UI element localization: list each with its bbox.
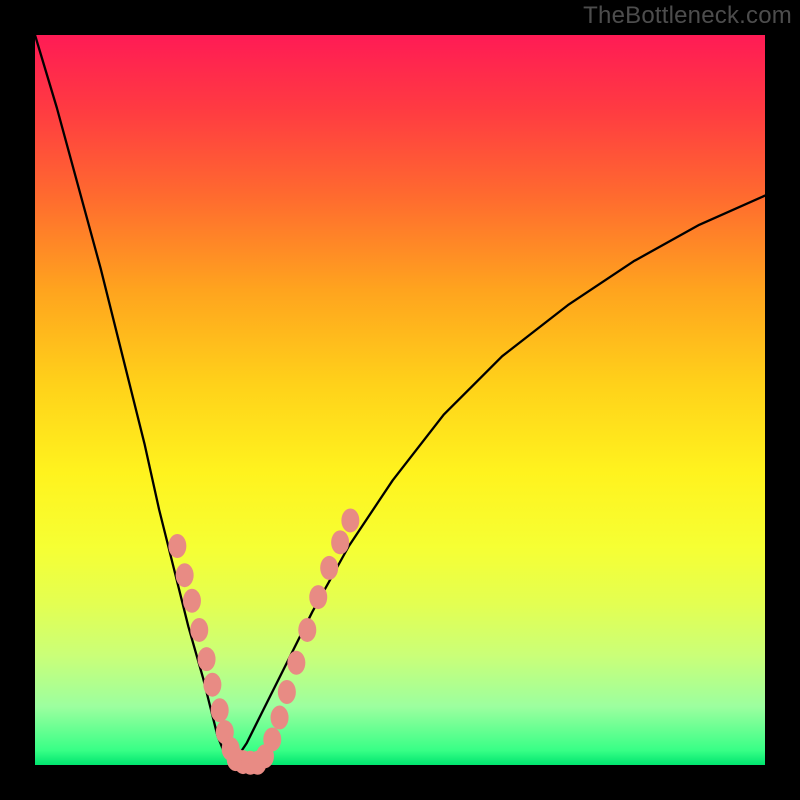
- watermark-text: TheBottleneck.com: [583, 2, 792, 30]
- series-right-curve: [232, 196, 765, 765]
- marker-dot: [203, 673, 221, 697]
- marker-dot: [309, 585, 327, 609]
- marker-dot: [278, 680, 296, 704]
- marker-dot: [331, 530, 349, 554]
- marker-dot: [287, 651, 305, 675]
- marker-dot: [190, 618, 208, 642]
- chart-svg: [35, 35, 765, 765]
- marker-group: [168, 508, 359, 774]
- marker-dot: [271, 706, 289, 730]
- marker-dot: [341, 508, 359, 532]
- marker-dot: [176, 563, 194, 587]
- marker-dot: [211, 698, 229, 722]
- marker-dot: [298, 618, 316, 642]
- chart-frame: TheBottleneck.com: [0, 0, 800, 800]
- marker-dot: [320, 556, 338, 580]
- marker-dot: [183, 589, 201, 613]
- curve-group: [35, 35, 765, 765]
- marker-dot: [168, 534, 186, 558]
- marker-dot: [198, 647, 216, 671]
- marker-dot: [263, 727, 281, 751]
